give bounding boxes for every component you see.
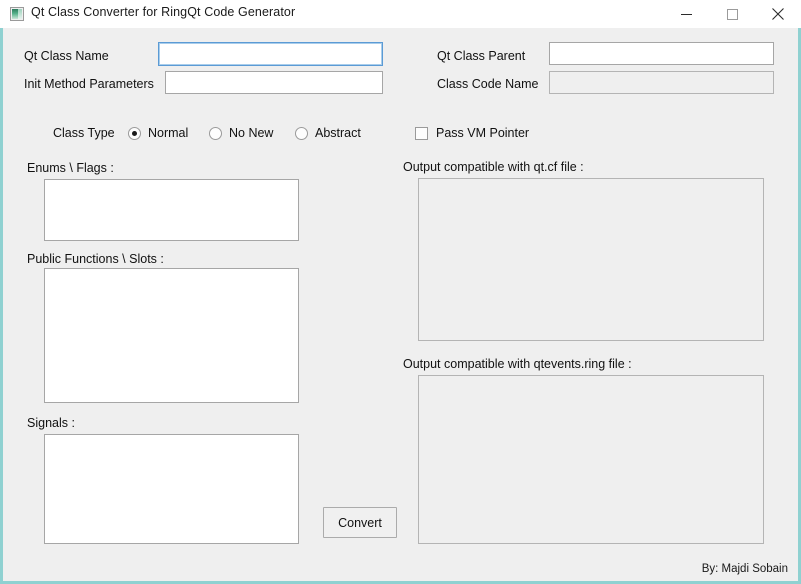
radio-selected-icon: [128, 127, 141, 140]
class-code-name-label: Class Code Name: [437, 76, 538, 92]
output-qt-cf-textarea[interactable]: [418, 178, 764, 341]
output-qt-cf-label: Output compatible with qt.cf file :: [403, 159, 584, 175]
class-type-radio-normal-label: Normal: [148, 126, 188, 140]
convert-button[interactable]: Convert: [323, 507, 397, 538]
app-image-icon: [10, 7, 24, 21]
enums-flags-label: Enums \ Flags :: [27, 160, 114, 176]
public-functions-slots-textarea[interactable]: [44, 268, 299, 403]
class-type-radio-no-new-label: No New: [229, 126, 273, 140]
class-type-radio-abstract-label: Abstract: [315, 126, 361, 140]
qt-class-parent-label: Qt Class Parent: [437, 48, 525, 64]
title-bar[interactable]: Qt Class Converter for RingQt Code Gener…: [0, 0, 801, 28]
class-code-name-input[interactable]: [549, 71, 774, 94]
close-button[interactable]: [755, 0, 801, 28]
class-type-radio-normal[interactable]: Normal: [128, 124, 188, 142]
application-window: Qt Class Converter for RingQt Code Gener…: [0, 0, 801, 584]
output-qtevents-ring-label: Output compatible with qtevents.ring fil…: [403, 356, 632, 372]
close-icon: [772, 8, 784, 20]
signals-textarea[interactable]: [44, 434, 299, 544]
qt-class-name-label: Qt Class Name: [24, 48, 109, 64]
pass-vm-pointer-label: Pass VM Pointer: [436, 126, 529, 140]
client-area: Qt Class Name Qt Class Parent Init Metho…: [0, 28, 801, 584]
output-qtevents-ring-textarea[interactable]: [418, 375, 764, 544]
public-functions-slots-label: Public Functions \ Slots :: [27, 251, 164, 267]
enums-flags-textarea[interactable]: [44, 179, 299, 241]
radio-unselected-icon: [209, 127, 222, 140]
class-type-radio-abstract[interactable]: Abstract: [295, 124, 361, 142]
pass-vm-pointer-checkbox[interactable]: Pass VM Pointer: [415, 124, 529, 142]
minimize-button[interactable]: [663, 0, 709, 28]
maximize-icon: [727, 9, 738, 20]
minimize-icon: [681, 9, 692, 20]
qt-class-parent-input[interactable]: [549, 42, 774, 65]
init-method-parameters-input[interactable]: [165, 71, 383, 94]
class-type-label: Class Type: [53, 125, 115, 141]
radio-unselected-icon: [295, 127, 308, 140]
maximize-button[interactable]: [709, 0, 755, 28]
init-method-parameters-label: Init Method Parameters: [24, 76, 154, 92]
class-type-radio-no-new[interactable]: No New: [209, 124, 273, 142]
checkbox-unchecked-icon: [415, 127, 428, 140]
signals-label: Signals :: [27, 415, 75, 431]
qt-class-name-input[interactable]: [158, 42, 383, 66]
window-title: Qt Class Converter for RingQt Code Gener…: [31, 5, 295, 19]
author-credit: By: Majdi Sobain: [702, 563, 788, 575]
